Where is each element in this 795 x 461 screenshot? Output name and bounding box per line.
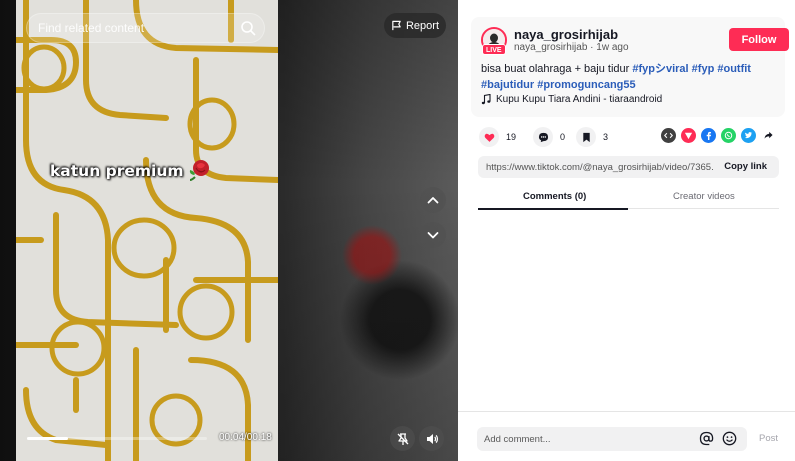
chevron-down-icon [427,232,439,239]
volume-icon [426,433,438,444]
fabric-pattern-image [16,0,278,461]
music-link[interactable]: Kupu Kupu Tiara Andini - tiaraandroid [481,94,662,105]
live-badge: LIVE [482,44,506,55]
previous-video-button[interactable] [420,187,446,213]
time-label: 00:04/00:18 [219,432,272,443]
save-count: 3 [603,132,609,142]
report-button[interactable]: Report [384,13,446,38]
post-comment-button[interactable]: Post [759,433,778,444]
next-video-button[interactable] [420,222,446,248]
share-arrow-icon[interactable] [761,128,776,143]
music-note-icon [481,94,491,105]
author-username[interactable]: naya_grosirhijab [514,27,618,42]
active-tab-indicator [478,208,628,210]
details-panel: LIVE naya_grosirhijab naya_grosirhijab ·… [458,0,795,461]
hashtag-link[interactable]: #promoguncang55 [537,79,635,91]
bookmark-icon [582,132,590,142]
copy-link-button[interactable]: Copy link [724,161,767,172]
video-frame[interactable] [16,0,278,461]
facebook-icon[interactable] [701,128,716,143]
send-icon[interactable] [681,128,696,143]
video-description: bisa buat olahraga + baju tidur #fypシvir… [481,62,771,93]
pin-icon [397,432,408,445]
progress-bar[interactable] [27,437,207,440]
chevron-up-icon [427,197,439,204]
tab-comments[interactable]: Comments (0) [523,191,586,202]
twitter-icon[interactable] [741,128,756,143]
follow-button[interactable]: Follow [729,28,789,51]
video-caption-text: katun premium [50,162,184,180]
embed-icon[interactable] [661,128,676,143]
search-icon[interactable] [240,20,256,36]
comment-count: 0 [560,132,566,142]
meta-separator: · [590,42,594,53]
whatsapp-icon[interactable] [721,128,736,143]
hashtag-link[interactable]: #outfit [717,63,751,75]
search-box[interactable] [26,13,265,43]
author-avatar[interactable]: LIVE [481,27,507,59]
hashtag-link[interactable]: #bajutidur [481,79,534,91]
hashtag-link[interactable]: #fyp [692,63,715,75]
search-input[interactable] [38,21,240,35]
post-date: 1w ago [596,42,629,53]
comment-button[interactable]: 0 [533,127,565,147]
mention-icon[interactable] [699,431,714,446]
video-stage: Report katun premium 00:04/00:18 [0,0,458,461]
tab-creator-videos[interactable]: Creator videos [673,191,735,202]
emoji-icon[interactable] [722,431,737,446]
video-link-url[interactable]: https://www.tiktok.com/@naya_grosirhijab… [486,162,714,173]
hashtag-link[interactable]: #fypシviral [632,63,688,75]
save-icon-wrap [576,127,596,147]
panel-tabs: Comments (0) Creator videos [478,186,779,210]
save-button[interactable]: 3 [576,127,608,147]
engagement-actions: 19 0 3 [471,127,791,147]
like-button[interactable]: 19 [479,127,516,147]
video-link-box: https://www.tiktok.com/@naya_grosirhijab… [478,156,779,178]
report-label: Report [405,19,440,32]
rose-icon [189,160,209,181]
comment-icon [538,132,548,142]
comment-icon-wrap [533,127,553,147]
floating-player-button[interactable] [390,426,415,451]
author-meta: naya_grosirhijab · 1w ago [514,42,629,53]
volume-button[interactable] [419,426,444,451]
heart-icon [484,133,494,142]
video-info-card: LIVE naya_grosirhijab naya_grosirhijab ·… [471,17,789,117]
music-title: Kupu Kupu Tiara Andini - tiaraandroid [496,94,663,105]
flag-icon [392,20,401,31]
comment-bar: Post [458,411,795,461]
progress-fill [27,437,69,440]
description-text: bisa buat olahraga + baju tidur [481,63,633,75]
like-icon-wrap [479,127,499,147]
like-count: 19 [506,132,517,142]
author-handle: naya_grosirhijab [514,42,588,53]
